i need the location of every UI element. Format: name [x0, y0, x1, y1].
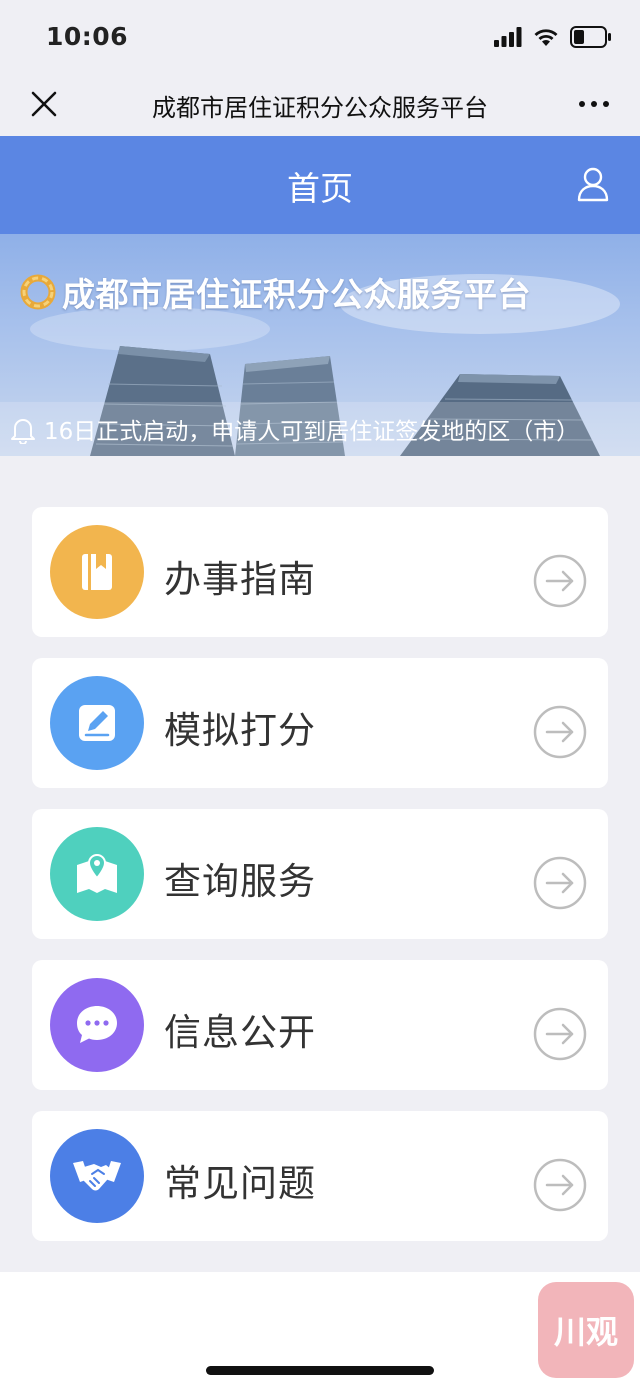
home-indicator[interactable]: [206, 1366, 434, 1375]
menu-icon-circle: [50, 978, 144, 1072]
page-title: 首页: [287, 169, 353, 208]
more-options-icon[interactable]: [576, 88, 612, 120]
menu-icon-circle: [50, 1129, 144, 1223]
app-header: 首页: [0, 136, 640, 234]
menu-label: 办事指南: [164, 558, 316, 601]
menu-label: 查询服务: [164, 860, 316, 903]
watermark-text: 川观: [553, 1313, 618, 1351]
banner-title-wrap: 成都市居住证积分公众服务平台: [18, 268, 531, 316]
status-icons: [494, 26, 612, 48]
menu-label: 模拟打分: [164, 709, 316, 752]
menu-item-faq[interactable]: 常见问题: [32, 1111, 608, 1241]
status-bar: 10:06: [0, 0, 640, 78]
battery-icon: [570, 26, 611, 48]
menu-list: 办事指南 模拟打分 查询服务 信息公开 常见问题: [32, 507, 608, 1262]
menu-icon-circle: [50, 676, 144, 770]
book-icon: [82, 554, 112, 590]
banner-title: 成都市居住证积分公众服务平台: [62, 275, 531, 314]
arrow-right-icon[interactable]: [532, 1006, 588, 1062]
menu-icon-circle: [50, 827, 144, 921]
banner[interactable]: 成都市居住证积分公众服务平台 16日正式启动，申请人可到居住证签发地的区（市）: [0, 234, 640, 456]
menu-icon-circle: [50, 525, 144, 619]
status-time: 10:06: [46, 22, 129, 51]
menu-item-disclosure[interactable]: 信息公开: [32, 960, 608, 1090]
nav-bar: 成都市居住证积分公众服务平台: [0, 78, 640, 136]
menu-item-query[interactable]: 查询服务: [32, 809, 608, 939]
edit-icon: [79, 705, 115, 741]
menu-item-scoring[interactable]: 模拟打分: [32, 658, 608, 788]
bottom-area: 川观: [0, 1272, 640, 1385]
arrow-right-icon[interactable]: [532, 553, 588, 609]
arrow-right-icon[interactable]: [532, 1157, 588, 1213]
notice-bar[interactable]: 16日正式启动，申请人可到居住证签发地的区（市）: [0, 402, 640, 456]
user-icon[interactable]: [576, 166, 610, 202]
logo-ring-icon: [20, 274, 56, 310]
menu-label: 常见问题: [164, 1162, 316, 1205]
signal-icon: [494, 27, 522, 47]
watermark-logo: 川观: [538, 1282, 634, 1378]
arrow-right-icon[interactable]: [532, 704, 588, 760]
wifi-icon: [534, 29, 558, 46]
handshake-icon: [73, 1161, 121, 1191]
notice-text: 16日正式启动，申请人可到居住证签发地的区（市）: [44, 419, 580, 445]
menu-label: 信息公开: [164, 1011, 316, 1054]
chat-bubble-icon: [77, 1006, 117, 1043]
menu-item-guide[interactable]: 办事指南: [32, 507, 608, 637]
bell-icon: [11, 419, 35, 444]
arrow-right-icon[interactable]: [532, 855, 588, 911]
nav-title: 成都市居住证积分公众服务平台: [152, 94, 488, 122]
map-pin-icon: [77, 853, 117, 893]
